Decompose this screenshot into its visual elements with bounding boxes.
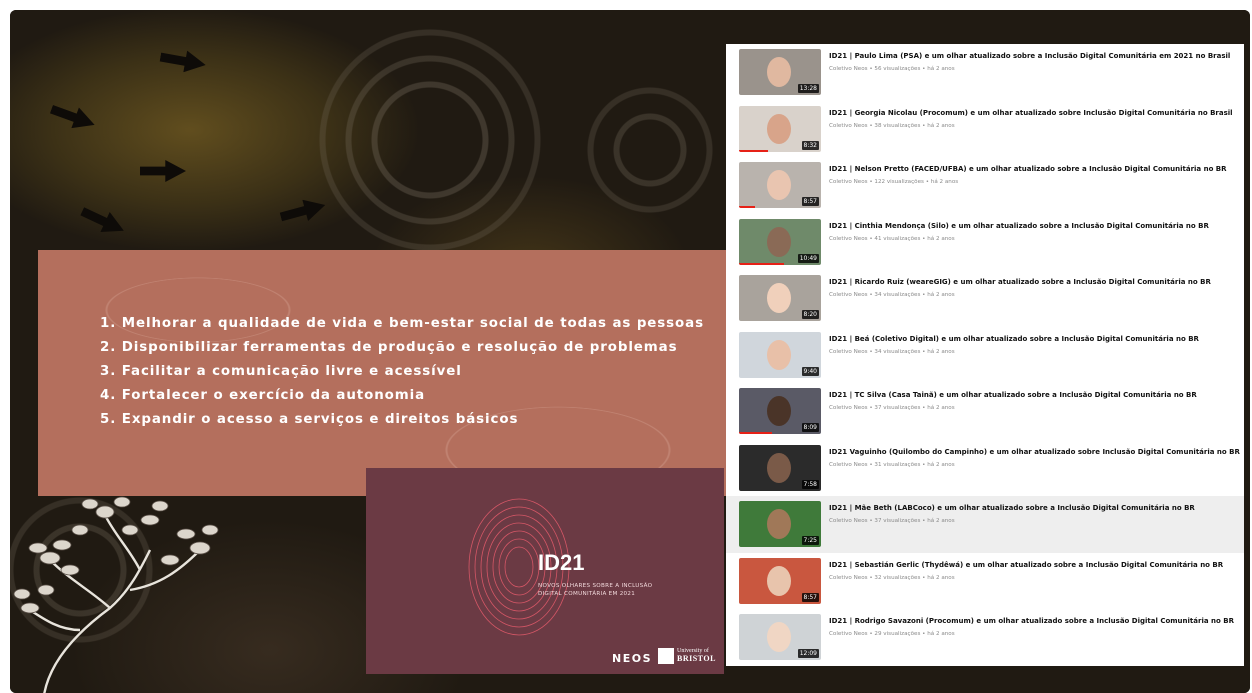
video-playlist: 13:28 ID21 | Paulo Lima (PSA) e um olhar … xyxy=(726,44,1244,666)
video-thumbnail[interactable]: 10:49 xyxy=(739,218,821,265)
speaker-face xyxy=(767,283,791,313)
video-thumbnail[interactable]: 12:09 xyxy=(739,614,821,660)
video-thumbnail[interactable]: 9:40 xyxy=(739,331,821,378)
video-title[interactable]: ID21 | Sebastián Gerlic (Thydêwá) e um o… xyxy=(829,560,1223,570)
video-duration: 13:28 xyxy=(797,84,819,93)
video-list-item[interactable]: 8:57 ID21 | Sebastián Gerlic (Thydêwá) e … xyxy=(726,553,1244,610)
video-list-item[interactable]: 13:28 ID21 | Paulo Lima (PSA) e um olhar … xyxy=(726,44,1244,101)
video-list-item[interactable]: 8:32 ID21 | Georgia Nicolau (Procomum) e … xyxy=(726,101,1244,158)
goal-item: 5. Expandir o acesso a serviços e direit… xyxy=(100,412,519,427)
video-meta: Coletivo Neos • 34 visualizações • há 2 … xyxy=(829,292,955,298)
video-meta: Coletivo Neos • 32 visualizações • há 2 … xyxy=(829,574,955,581)
watch-progress-bar xyxy=(739,262,785,265)
goal-item: 2. Disponibilizar ferramentas de produçã… xyxy=(100,340,678,355)
video-meta: Coletivo Neos • 122 visualizações • há 2… xyxy=(829,179,959,185)
video-title[interactable]: ID21 | Paulo Lima (PSA) e um olhar atual… xyxy=(829,51,1230,61)
goals-list: 1. Melhorar a qualidade de vida e bem-es… xyxy=(100,312,704,432)
goal-item: 4. Fortalecer o exercício da autonomia xyxy=(100,388,426,403)
slide-frame: 1. Melhorar a qualidade de vida e bem-es… xyxy=(10,10,1250,693)
video-meta: Coletivo Neos • 37 visualizações • há 2 … xyxy=(829,405,955,411)
speaker-face xyxy=(767,339,791,370)
speaker-face xyxy=(767,396,791,426)
video-list-item[interactable]: 10:49 ID21 | Cinthia Mendonça (Silo) e um… xyxy=(726,214,1244,271)
watch-progress-bar xyxy=(739,206,756,208)
video-duration: 8:20 xyxy=(801,310,819,319)
card-subtitle: NOVOS OLHARES SOBRE A INCLUSÃO DIGITAL C… xyxy=(538,583,653,597)
watch-progress-bar xyxy=(739,149,768,152)
video-thumbnail[interactable]: 7:58 xyxy=(739,444,821,491)
speaker-face xyxy=(767,113,791,144)
video-meta: Coletivo Neos • 56 visualizações • há 2 … xyxy=(829,66,955,72)
id21-card: ID21 NOVOS OLHARES SOBRE A INCLUSÃO DIGI… xyxy=(366,468,724,674)
video-list-item[interactable]: 7:25 ID21 | Mãe Beth (LABCoco) e um olhar… xyxy=(726,496,1244,553)
speaker-face xyxy=(767,622,791,652)
video-duration: 8:09 xyxy=(801,423,819,432)
video-list-item[interactable]: 12:09 ID21 | Rodrigo Savazoni (Procomum) … xyxy=(726,609,1244,666)
video-thumbnail[interactable]: 13:28 xyxy=(739,49,821,95)
video-thumbnail[interactable]: 8:20 xyxy=(739,275,821,321)
video-title[interactable]: ID21 | Ricardo Ruiz (weareGIG) e um olha… xyxy=(829,277,1211,287)
video-meta: Coletivo Neos • 37 visualizações • há 2 … xyxy=(829,518,955,524)
tree-illustration xyxy=(13,496,219,693)
video-list-item[interactable]: 8:09 ID21 | TC Silva (Casa Tainã) e um ol… xyxy=(726,383,1244,440)
video-title[interactable]: ID21 Vaguinho (Quilombo do Campinho) e u… xyxy=(829,447,1240,457)
video-title[interactable]: ID21 | Cinthia Mendonça (Silo) e um olha… xyxy=(829,221,1209,231)
video-duration: 7:58 xyxy=(801,479,819,489)
video-duration: 8:57 xyxy=(801,197,819,206)
speaker-face xyxy=(767,509,791,539)
video-title[interactable]: ID21 | Mãe Beth (LABCoco) e um olhar atu… xyxy=(829,503,1195,513)
video-duration: 9:40 xyxy=(801,366,819,376)
video-meta: Coletivo Neos • 34 visualizações • há 2 … xyxy=(829,348,955,355)
watch-progress-bar xyxy=(739,432,772,434)
video-duration: 8:32 xyxy=(801,140,819,150)
neos-logo: NEOS xyxy=(612,652,652,665)
video-duration: 12:09 xyxy=(797,649,819,658)
card-title: ID21 xyxy=(538,550,585,575)
video-meta: Coletivo Neos • 41 visualizações • há 2 … xyxy=(829,235,955,242)
video-meta: Coletivo Neos • 29 visualizações • há 2 … xyxy=(829,631,955,637)
video-title[interactable]: ID21 | Nelson Pretto (FACED/UFBA) e um o… xyxy=(829,164,1227,174)
video-title[interactable]: ID21 | Georgia Nicolau (Procomum) e um o… xyxy=(829,108,1233,118)
video-list-item[interactable]: 8:20 ID21 | Ricardo Ruiz (weareGIG) e um … xyxy=(726,270,1244,327)
video-thumbnail[interactable]: 7:25 xyxy=(739,501,821,547)
goal-item: 3. Facilitar a comunicação livre e acess… xyxy=(100,364,462,379)
video-meta: Coletivo Neos • 38 visualizações • há 2 … xyxy=(829,122,955,129)
bristol-big-text: BRISTOL xyxy=(677,654,716,663)
video-duration: 7:25 xyxy=(801,536,819,545)
video-thumbnail[interactable]: 8:57 xyxy=(739,162,821,208)
video-meta: Coletivo Neos • 31 visualizações • há 2 … xyxy=(829,461,955,468)
speaker-face xyxy=(767,452,791,483)
video-list-item[interactable]: 7:58 ID21 Vaguinho (Quilombo do Campinho)… xyxy=(726,440,1244,497)
video-title[interactable]: ID21 | Beá (Coletivo Digital) e um olhar… xyxy=(829,334,1199,344)
video-duration: 10:49 xyxy=(797,253,819,263)
speaker-face xyxy=(767,57,791,87)
goals-panel: 1. Melhorar a qualidade de vida e bem-es… xyxy=(38,250,728,496)
video-duration: 8:57 xyxy=(801,592,819,602)
speaker-face xyxy=(767,170,791,200)
video-thumbnail[interactable]: 8:57 xyxy=(739,557,821,604)
video-list-item[interactable]: 9:40 ID21 | Beá (Coletivo Digital) e um o… xyxy=(726,327,1244,384)
bristol-logo: University of BRISTOL xyxy=(658,648,716,664)
bristol-crest-icon xyxy=(658,648,674,664)
video-title[interactable]: ID21 | TC Silva (Casa Tainã) e um olhar … xyxy=(829,390,1197,400)
video-thumbnail[interactable]: 8:09 xyxy=(739,388,821,434)
video-title[interactable]: ID21 | Rodrigo Savazoni (Procomum) e um … xyxy=(829,616,1234,626)
speaker-face xyxy=(767,565,791,596)
goal-item: 1. Melhorar a qualidade de vida e bem-es… xyxy=(100,316,704,331)
video-list-item[interactable]: 8:57 ID21 | Nelson Pretto (FACED/UFBA) e … xyxy=(726,157,1244,214)
video-thumbnail[interactable]: 8:32 xyxy=(739,105,821,152)
speaker-face xyxy=(767,226,791,257)
